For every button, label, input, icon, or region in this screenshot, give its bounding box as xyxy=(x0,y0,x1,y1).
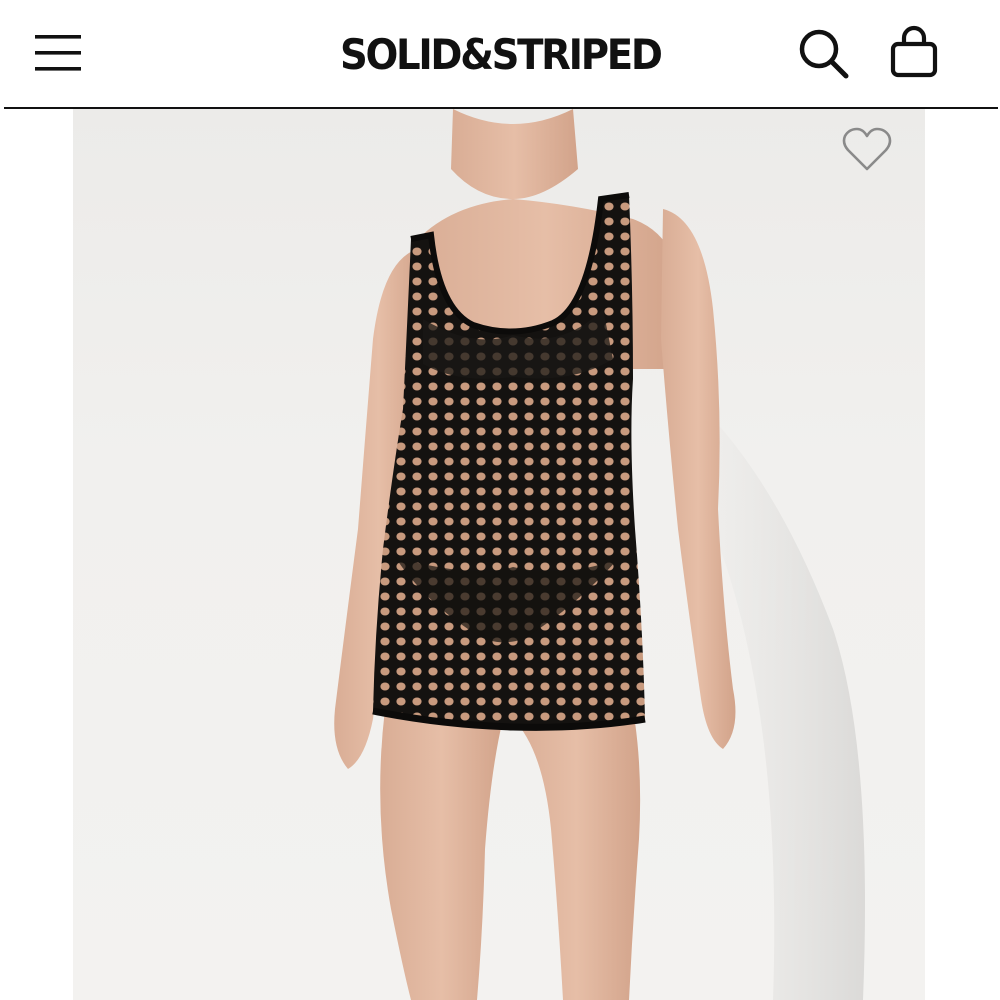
search-button[interactable] xyxy=(796,26,852,82)
search-icon xyxy=(799,29,849,79)
hamburger-menu-icon xyxy=(35,35,81,71)
product-image[interactable] xyxy=(73,109,925,1000)
wishlist-button[interactable] xyxy=(840,126,894,174)
menu-button[interactable] xyxy=(33,32,83,74)
heart-outline-icon xyxy=(842,127,892,171)
brand-logo[interactable]: SOLID&STRIPED xyxy=(310,26,690,82)
shopping-bag-icon xyxy=(890,25,938,78)
shopping-bag-button[interactable] xyxy=(886,24,942,82)
brand-logo-text: SOLID&STRIPED xyxy=(339,29,663,79)
product-photo xyxy=(334,109,865,1000)
site-header: SOLID&STRIPED xyxy=(0,0,1000,109)
